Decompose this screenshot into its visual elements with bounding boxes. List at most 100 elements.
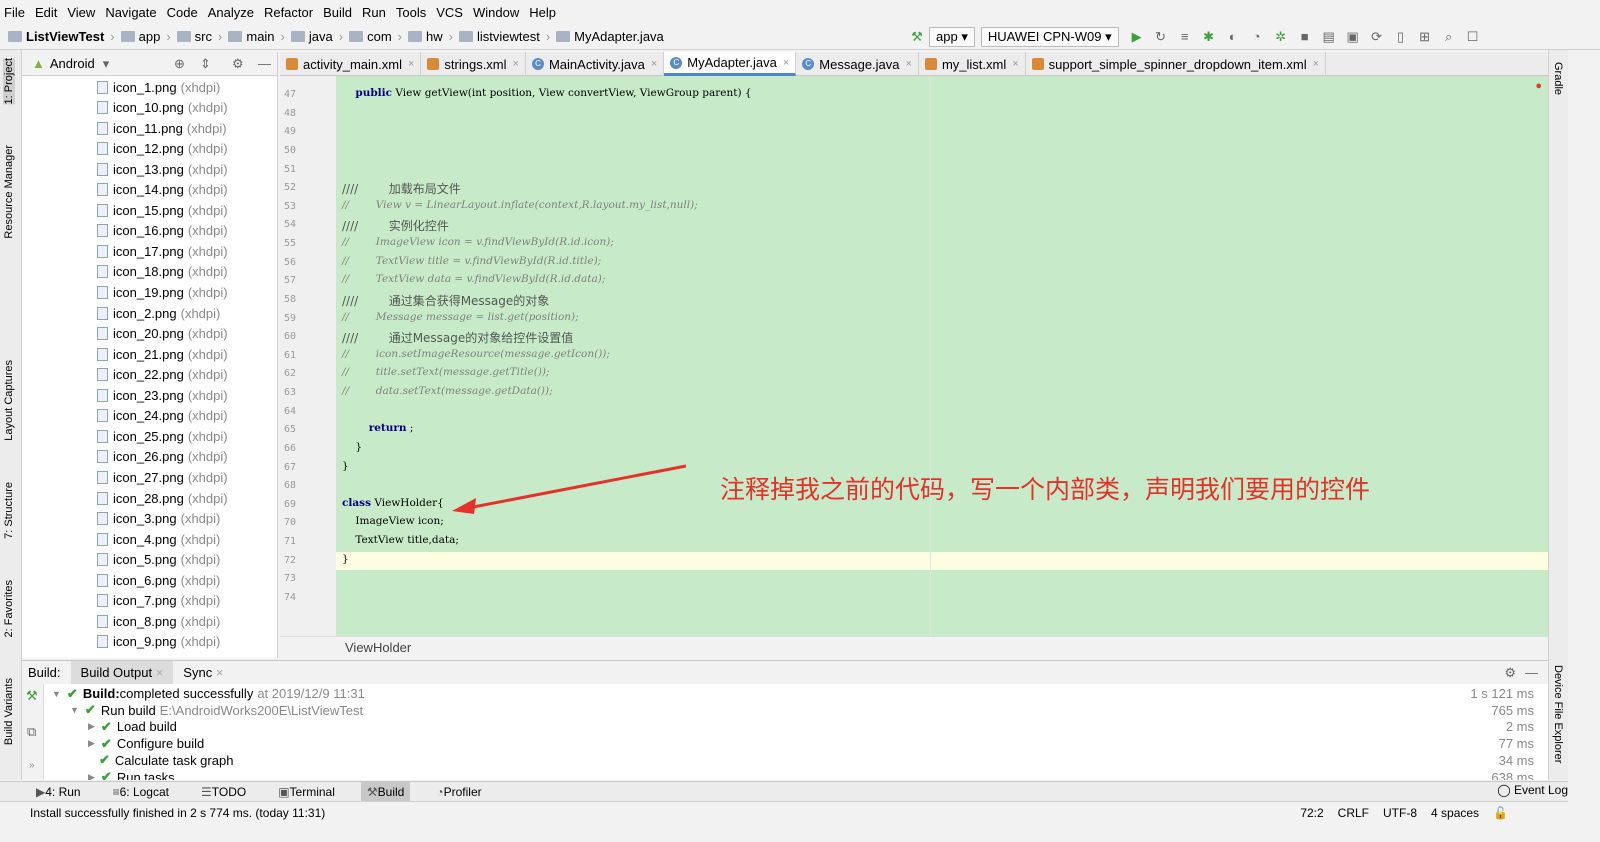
close-icon[interactable]: × [1012,58,1018,70]
avd-manager-icon[interactable]: ▯ [1393,29,1409,45]
close-icon[interactable]: × [1313,58,1319,70]
tool-tab-profiler[interactable]: ◔ Profiler [430,782,487,802]
menu-item-analyze[interactable]: Analyze [208,5,254,20]
build-tree-row[interactable]: ▶ ✔ Load build [88,718,177,735]
tree-item[interactable]: icon_21.png (xhdpi) [97,344,228,364]
tree-item[interactable]: icon_9.png (xhdpi) [97,632,220,652]
tree-item[interactable]: icon_7.png (xhdpi) [97,591,220,611]
build-tree-row[interactable]: ✔ Calculate task graph [88,752,233,769]
breadcrumb-item[interactable]: ListViewTest › [8,29,115,44]
locate-icon[interactable]: ⊕ [174,56,185,72]
indent-setting[interactable]: 4 spaces [1431,806,1479,820]
tool-favorites[interactable]: 2: Favorites [3,580,15,637]
line-separator[interactable]: CRLF [1338,806,1369,820]
menu-item-file[interactable]: File [4,5,25,20]
tool-tab-run[interactable]: ▶ 4: Run [30,782,87,802]
close-icon[interactable]: × [783,57,789,69]
breadcrumb-item[interactable]: app › [120,29,171,44]
tool-tab-todo[interactable]: ☰ TODO [195,782,252,802]
run-icon[interactable]: ▶ [1129,29,1145,45]
project-structure-icon[interactable]: ▤ [1321,29,1337,45]
close-icon[interactable]: × [408,58,414,70]
close-icon[interactable]: × [651,58,657,70]
menu-item-tools[interactable]: Tools [396,5,426,20]
tree-item[interactable]: icon_5.png (xhdpi) [97,550,220,570]
tree-item[interactable]: icon_10.png (xhdpi) [97,98,228,118]
tree-item[interactable]: icon_12.png (xhdpi) [97,139,228,159]
tree-item[interactable]: icon_27.png (xhdpi) [97,467,228,487]
tab-my-list-xml[interactable]: my_list.xml × [919,52,1026,76]
tab-build-output[interactable]: Build Output × [70,661,174,684]
tool-tab-logcat[interactable]: ≡ 6: Logcat [107,782,175,802]
tree-item[interactable]: icon_23.png (xhdpi) [97,385,228,405]
menu-item-view[interactable]: View [67,5,95,20]
tool-tab-build[interactable]: ⚒ Build [360,781,411,802]
tab-strings-xml[interactable]: strings.xml × [421,52,526,76]
gear-icon[interactable]: ⚙ [1504,665,1516,681]
tree-item[interactable]: icon_24.png (xhdpi) [97,406,228,426]
layout-inspector-icon[interactable]: ⊞ [1417,29,1433,45]
breadcrumb-item[interactable]: com › [349,29,402,44]
run-config-select[interactable]: app ▾ [929,27,975,47]
tree-item[interactable]: icon_20.png (xhdpi) [97,324,228,344]
breadcrumb-item[interactable]: MyAdapter.java [556,29,664,44]
tree-item[interactable]: icon_22.png (xhdpi) [97,365,228,385]
tab-activity-main-xml[interactable]: activity_main.xml × [280,52,422,76]
breadcrumb-item[interactable]: main › [228,29,285,44]
menu-item-window[interactable]: Window [473,5,519,20]
gear-icon[interactable]: ⚙ [232,56,244,72]
code-editor[interactable]: 47 48 49 50 51 52 53 54 55 56 57 58 59 60 61 62 63 64 65 66… [280,76,1548,636]
menu-item-navigate[interactable]: Navigate [105,5,156,20]
toggle-view-icon[interactable]: ⧉ [27,724,36,740]
menu-item-code[interactable]: Code [167,5,198,20]
tree-item[interactable]: icon_11.png (xhdpi) [97,118,227,138]
user-icon[interactable]: ☐ [1465,29,1481,45]
sync-icon[interactable]: ⟳ [1369,29,1385,45]
tool-structure[interactable]: 7: Structure [3,482,15,539]
event-log-button[interactable]: ◯ Event Log [1497,783,1568,797]
chevron-down-icon[interactable]: ▾ [103,56,110,72]
hammer-icon[interactable]: ⚒ [909,29,925,45]
error-indicator-icon[interactable]: ● [1535,80,1542,92]
tree-item[interactable]: icon_6.png (xhdpi) [97,570,220,590]
tab-sync[interactable]: Sync × [173,661,233,684]
attach-debugger-icon[interactable]: ✲ [1273,29,1289,45]
close-icon[interactable]: × [906,58,912,70]
tab-support-simple-spinner-dropdown-item-xml[interactable]: support_simple_spinner_dropdown_item.xml… [1026,52,1327,76]
stop-icon[interactable]: ■ [1297,29,1313,45]
menu-item-help[interactable]: Help [529,5,556,20]
debug-icon[interactable]: ✱ [1201,29,1217,45]
tool-device-file-explorer[interactable]: Device File Explorer [1552,665,1564,763]
close-icon[interactable]: × [513,58,519,70]
coverage-icon[interactable]: ◐ [1225,29,1241,45]
breadcrumb-item[interactable]: src › [176,29,222,44]
build-tree-row[interactable]: ▼ ✔ Run build E:\AndroidWorks200E\ListViewT… [70,702,363,719]
device-select[interactable]: HUAWEI CPN-W09 ▾ [980,27,1119,47]
tree-item[interactable]: icon_26.png (xhdpi) [97,447,228,467]
tree-item[interactable]: icon_28.png (xhdpi) [97,488,228,508]
close-icon[interactable]: × [156,665,164,680]
tool-gradle[interactable]: Gradle [1552,62,1564,95]
tool-layout-captures[interactable]: Layout Captures [3,360,15,441]
sdk-manager-icon[interactable]: ▣ [1345,29,1361,45]
tree-item[interactable]: icon_1.png (xhdpi) [97,77,220,97]
search-icon[interactable]: ⌕ [1441,29,1457,45]
tree-item[interactable]: icon_3.png (xhdpi) [97,509,220,529]
breadcrumb-item[interactable]: listviewtest › [458,29,550,44]
tree-item[interactable]: icon_2.png (xhdpi) [97,303,220,323]
close-icon[interactable]: × [216,665,224,680]
menu-item-edit[interactable]: Edit [35,5,57,20]
tab-message-java[interactable]: C Message.java × [796,52,919,76]
editor-breadcrumb[interactable]: ViewHolder [280,636,1548,658]
tree-item[interactable]: icon_15.png (xhdpi) [97,200,228,220]
profile-icon[interactable]: ◔ [1249,29,1265,45]
tree-item[interactable]: icon_19.png (xhdpi) [97,283,228,303]
more-icon[interactable]: » [29,760,35,771]
hammer-icon[interactable]: ⚒ [26,688,38,704]
build-tree-row[interactable]: ▶ ✔ Configure build [88,735,204,752]
menu-item-vcs[interactable]: VCS [436,5,463,20]
menu-item-run[interactable]: Run [362,5,386,20]
tool-project[interactable]: 1: Project [3,58,15,105]
collapse-icon[interactable]: ⇕ [200,56,211,72]
breadcrumb-item[interactable]: java › [290,29,343,44]
